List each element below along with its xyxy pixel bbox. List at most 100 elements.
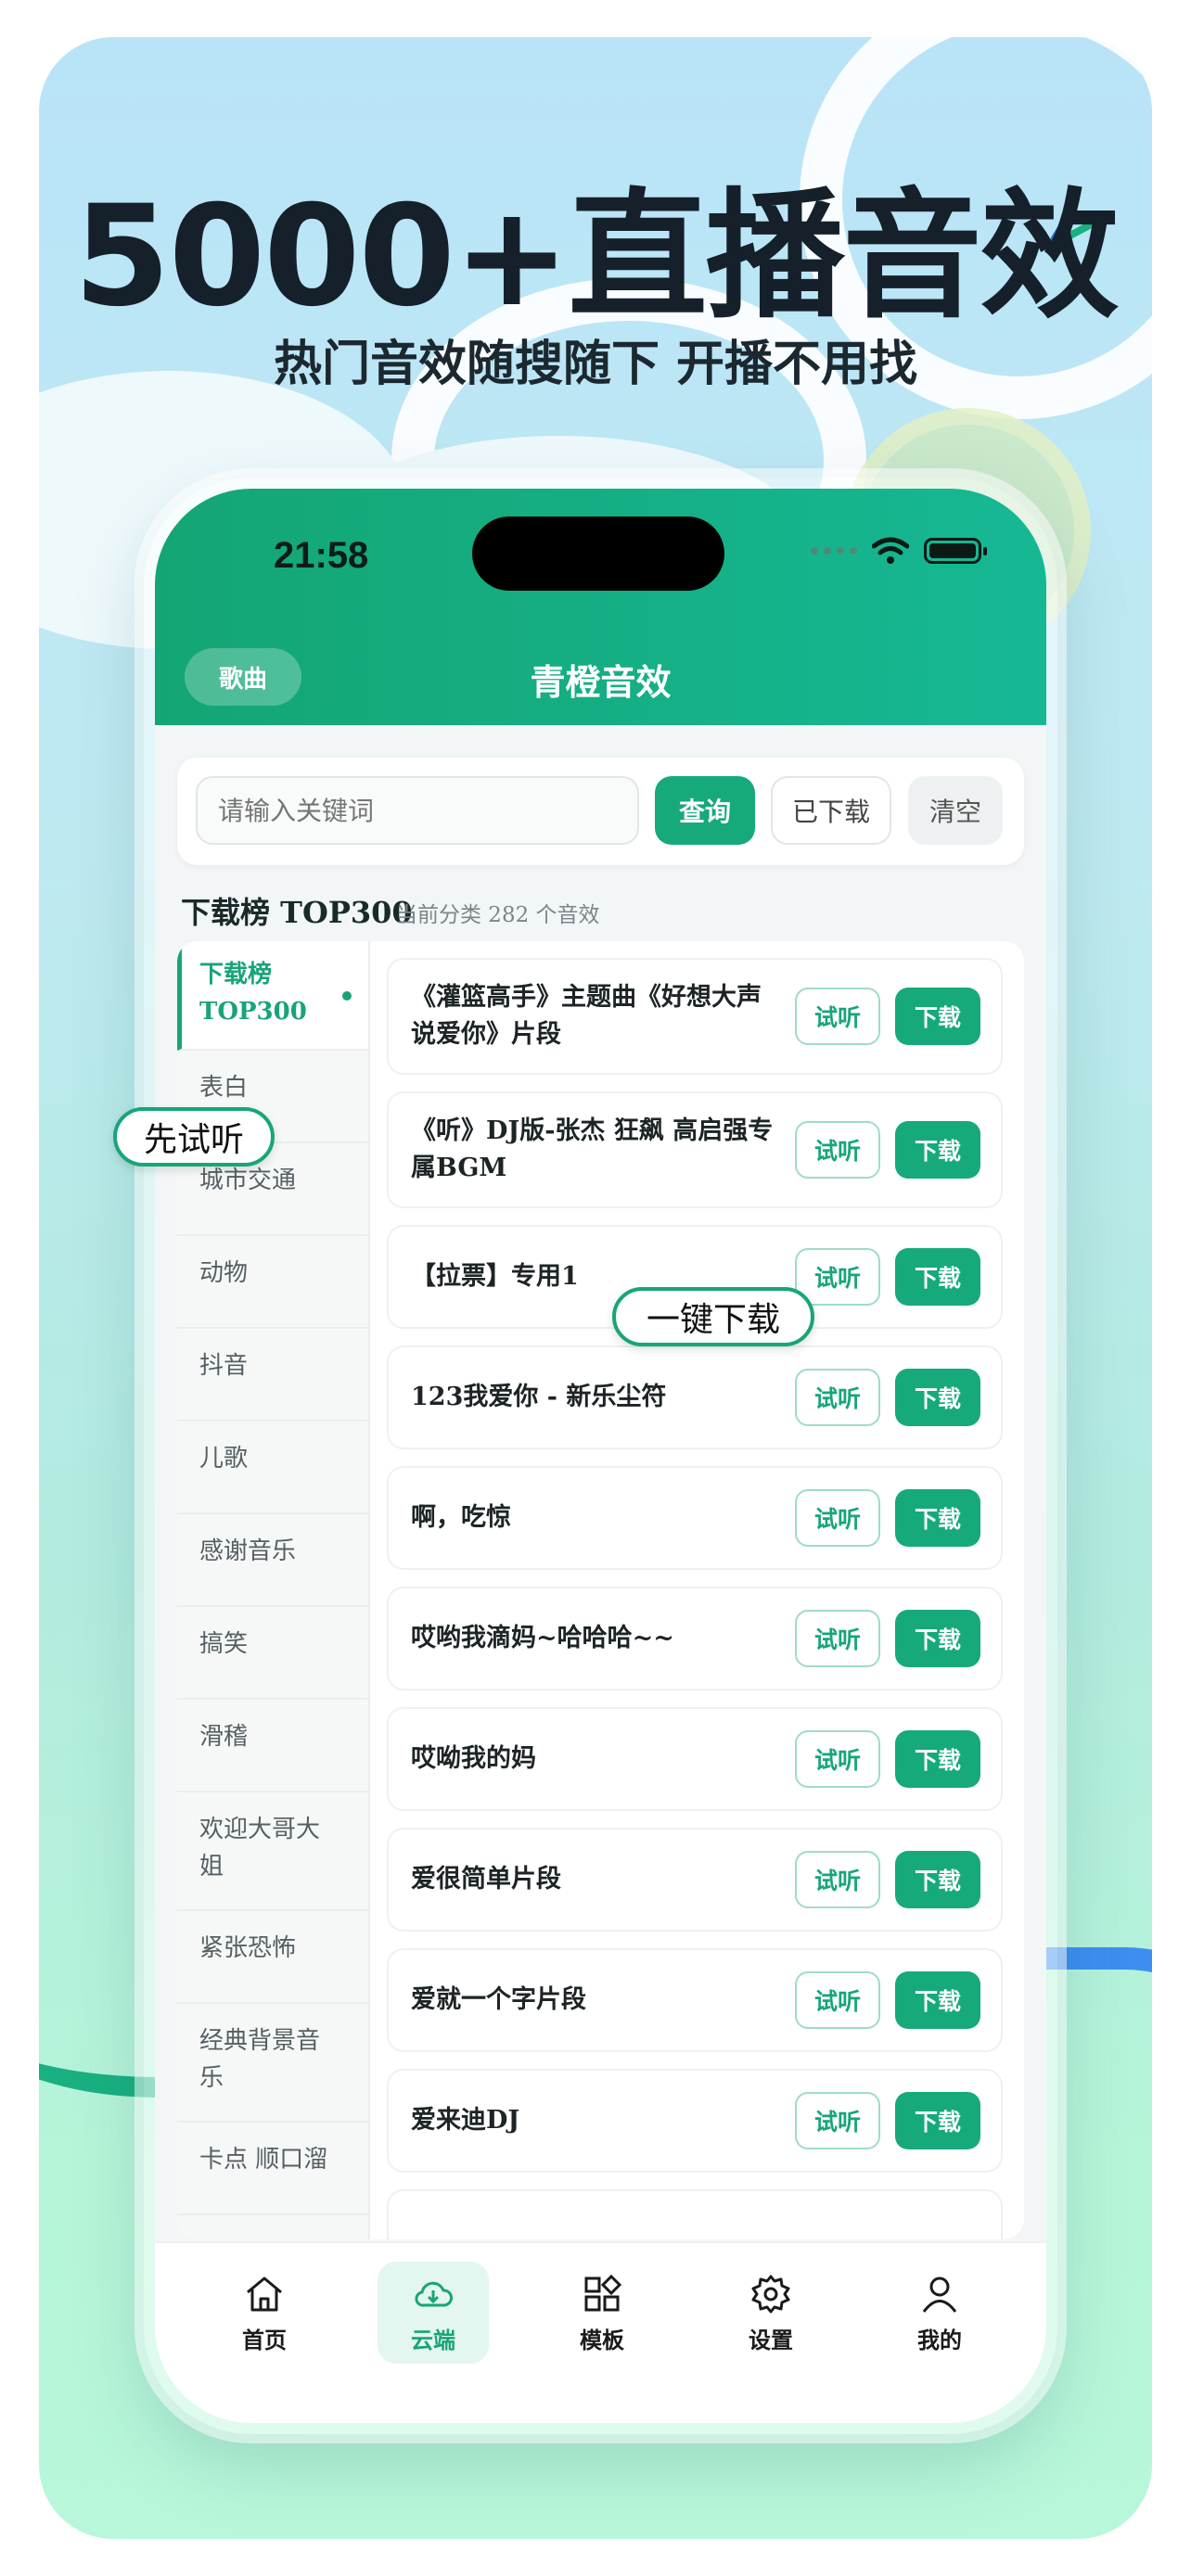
- cloud-download-icon: [415, 2281, 453, 2307]
- active-dot: [342, 991, 352, 1001]
- phone-frame: 21:58 歌曲 青橙音效 查询 已下载 清空 下载榜 TOP300 当前分类 …: [144, 478, 1057, 2434]
- category-label: 滑稽: [199, 1723, 249, 1751]
- category-label: 经典背景音 乐: [199, 2027, 321, 2092]
- section-title: 下载榜 TOP300: [181, 895, 413, 930]
- sound-row: 《灌篮高手》主题曲《好想大声说爱你》片段 试听 下载: [387, 958, 1003, 1075]
- tab-templates[interactable]: 模板: [546, 2262, 658, 2364]
- sound-name: 《灌篮高手》主题曲《好想大声说爱你》片段: [411, 983, 762, 1049]
- section-subtitle: 当前分类 282 个音效: [396, 903, 600, 927]
- sound-row-partial: [387, 2189, 1003, 2239]
- headline: 5000+直播音效: [73, 176, 1119, 338]
- category-label: 搞笑: [199, 1630, 249, 1658]
- tab-settings[interactable]: 设置: [715, 2262, 826, 2364]
- sound-name: 哎哟我滴妈~哈哈哈~~: [411, 1624, 674, 1652]
- signal-icon: [811, 547, 857, 555]
- category-label: 欢迎大哥大 姐: [199, 1816, 321, 1881]
- tab-label: 我的: [917, 2327, 962, 2353]
- category-item[interactable]: 下载榜 TOP300: [177, 941, 368, 1051]
- sound-name: 123我爱你 - 新乐尘符: [411, 1383, 667, 1411]
- sound-row: 爱就一个字片段 试听 下载: [387, 1948, 1003, 2052]
- sound-row: 哎呦我的妈 试听 下载: [387, 1707, 1003, 1811]
- search-bar: 查询 已下载 清空: [177, 758, 1024, 865]
- category-label: 表白: [199, 1074, 249, 1102]
- query-button[interactable]: 查询: [655, 776, 755, 845]
- callout-one-click-download: 一键下载: [612, 1287, 814, 1346]
- download-button[interactable]: 下载: [895, 1851, 980, 1908]
- app-title: 青橙音效: [530, 662, 672, 703]
- clear-button[interactable]: 清空: [908, 776, 1003, 845]
- home-icon: [247, 2276, 282, 2311]
- category-item[interactable]: 抖音: [177, 1329, 368, 1422]
- tab-label: 设置: [749, 2327, 793, 2353]
- category-label: 紧张恐怖: [199, 1934, 297, 1962]
- search-input[interactable]: [196, 776, 639, 845]
- gear-icon: [751, 2275, 790, 2313]
- downloaded-button[interactable]: 已下载: [771, 776, 891, 845]
- category-item[interactable]: 欢迎大哥大 姐: [177, 1792, 368, 1911]
- category-item[interactable]: 儿歌: [177, 1422, 368, 1514]
- sound-row: 《听》DJ版-张杰 狂飙 高启强专属BGM 试听 下载: [387, 1091, 1003, 1208]
- sound-name: 《听》DJ版-张杰 狂飙 高启强专属BGM: [411, 1116, 774, 1182]
- subheadline: 热门音效随搜随下 开播不用找: [273, 337, 918, 392]
- sound-name: 爱就一个字片段: [411, 1985, 586, 2014]
- user-icon: [922, 2276, 957, 2313]
- download-button[interactable]: 下载: [895, 1489, 980, 1547]
- category-item[interactable]: 紧张恐怖: [177, 1911, 368, 2004]
- dynamic-island: [472, 516, 724, 591]
- wifi-icon: [872, 537, 909, 564]
- decor-swoosh: [1045, 1947, 1152, 2248]
- tab-cloud[interactable]: 云端: [378, 2262, 489, 2364]
- category-item[interactable]: 感谢音乐: [177, 1514, 368, 1607]
- templates-icon: [584, 2274, 622, 2311]
- category-item[interactable]: 动物: [177, 1236, 368, 1329]
- category-label: 儿歌: [199, 1445, 249, 1473]
- status-time: 21:58: [274, 535, 369, 576]
- download-button[interactable]: 下载: [895, 1610, 980, 1667]
- app-header: 21:58 歌曲 青橙音效: [155, 489, 1046, 725]
- try-button[interactable]: 试听: [795, 1248, 880, 1306]
- bottom-tab-bar: 首页 云端 模板 设置 我的: [155, 2241, 1046, 2423]
- category-item[interactable]: 滑稽: [177, 1700, 368, 1792]
- content-panel: 下载榜 TOP300 表白 城市交通 动物 抖音 儿歌 感谢音乐 搞笑 滑稽 欢…: [177, 941, 1024, 2239]
- tab-label: 模板: [580, 2327, 624, 2353]
- try-button[interactable]: 试听: [795, 988, 880, 1045]
- try-button[interactable]: 试听: [795, 2092, 880, 2149]
- download-button[interactable]: 下载: [895, 1248, 980, 1306]
- sound-row: 爱来迪DJ 试听 下载: [387, 2069, 1003, 2173]
- sound-name: 爱很简单片段: [411, 1865, 561, 1894]
- download-button[interactable]: 下载: [895, 1369, 980, 1426]
- category-item[interactable]: 卡点 顺口溜: [177, 2123, 368, 2215]
- try-button[interactable]: 试听: [795, 1121, 880, 1179]
- download-button[interactable]: 下载: [895, 1730, 980, 1788]
- tab-profile[interactable]: 我的: [884, 2262, 995, 2364]
- download-button[interactable]: 下载: [895, 1121, 980, 1179]
- try-button[interactable]: 试听: [795, 1610, 880, 1667]
- category-label: 城市交通: [199, 1167, 297, 1194]
- tab-label: 首页: [242, 2327, 287, 2353]
- sound-name: 啊，吃惊: [411, 1503, 511, 1532]
- category-label: 下载榜 TOP300: [199, 961, 307, 1026]
- callout-try-first: 先试听: [113, 1107, 275, 1167]
- sound-row: 啊，吃惊 试听 下载: [387, 1466, 1003, 1570]
- try-button[interactable]: 试听: [795, 1851, 880, 1908]
- sound-name: 爱来迪DJ: [411, 2106, 520, 2135]
- battery-icon: [924, 538, 987, 564]
- try-button[interactable]: 试听: [795, 1489, 880, 1547]
- download-button[interactable]: 下载: [895, 2092, 980, 2149]
- app-screen: 21:58 歌曲 青橙音效 查询 已下载 清空 下载榜 TOP300 当前分类 …: [155, 489, 1046, 2423]
- category-label: 感谢音乐: [199, 1537, 297, 1565]
- category-item[interactable]: 经典背景音 乐: [177, 2004, 368, 2123]
- sound-list: 《灌篮高手》主题曲《好想大声说爱你》片段 试听 下载 《听》DJ版-张杰 狂飙 …: [387, 958, 1003, 2239]
- download-button[interactable]: 下载: [895, 988, 980, 1045]
- sound-name: 哎呦我的妈: [411, 1744, 536, 1773]
- sound-row: 哎哟我滴妈~哈哈哈~~ 试听 下载: [387, 1587, 1003, 1690]
- download-button[interactable]: 下载: [895, 1971, 980, 2029]
- status-icons: [811, 537, 987, 565]
- category-label: 卡点 顺口溜: [199, 2146, 328, 2174]
- sound-row: 123我爱你 - 新乐尘符 试听 下载: [387, 1345, 1003, 1449]
- try-button[interactable]: 试听: [795, 1971, 880, 2029]
- try-button[interactable]: 试听: [795, 1730, 880, 1788]
- try-button[interactable]: 试听: [795, 1369, 880, 1426]
- tab-home[interactable]: 首页: [209, 2262, 320, 2364]
- category-item[interactable]: 搞笑: [177, 1607, 368, 1700]
